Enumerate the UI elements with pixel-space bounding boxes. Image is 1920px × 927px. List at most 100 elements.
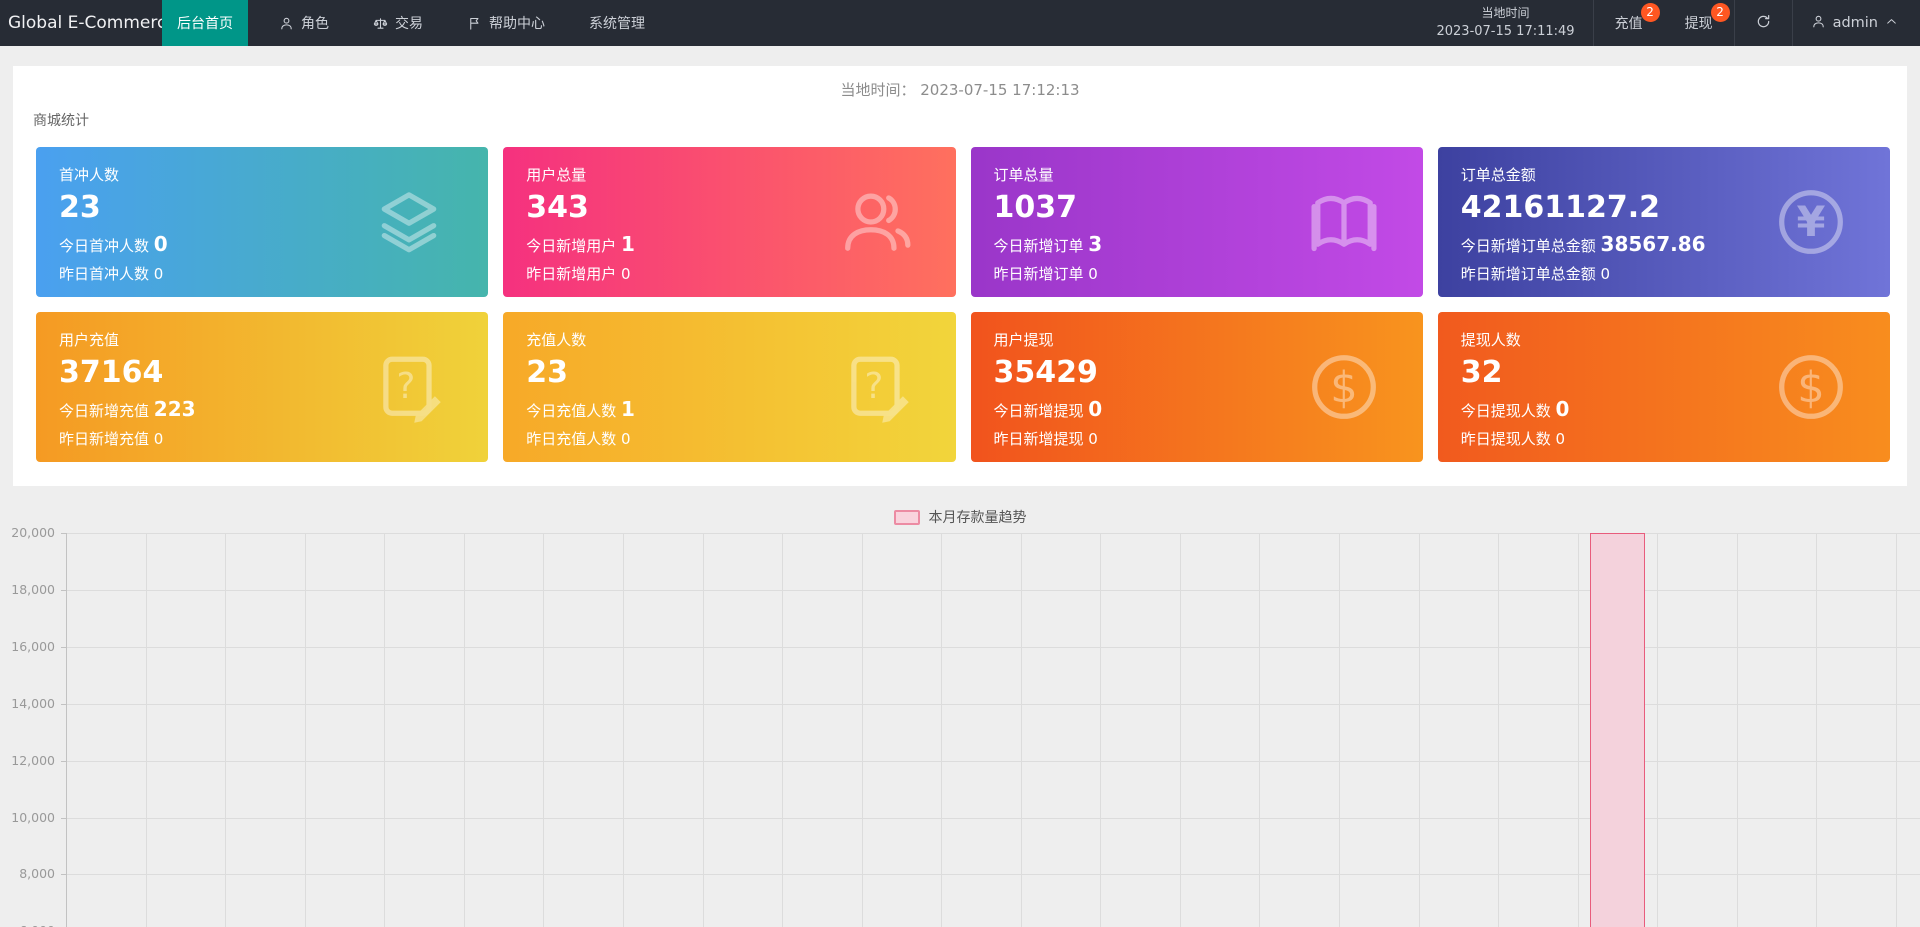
gridline-v xyxy=(1180,533,1181,927)
nav-item-label: 交易 xyxy=(395,16,423,32)
stat-card: 用户总量 343 今日新增用户 1 昨日新增用户 0 xyxy=(503,147,956,297)
y-axis-label: 20,000 xyxy=(11,525,55,540)
refresh-button[interactable] xyxy=(1735,0,1792,46)
card-yesterday-label: 昨日新增充值 xyxy=(59,430,150,448)
card-title: 提现人数 xyxy=(1460,331,1521,349)
card-yesterday-value: 0 xyxy=(1088,265,1098,283)
nav-item-label: 系统管理 xyxy=(589,16,645,32)
svg-text:?: ? xyxy=(864,366,883,407)
svg-text:?: ? xyxy=(397,366,416,407)
y-axis-label: 10,000 xyxy=(11,810,55,825)
local-time-label: 当地时间 xyxy=(1481,6,1530,21)
stat-cards-grid: 首冲人数 23 今日首冲人数 0 昨日首冲人数 0 用户总量 343 今日新增用户 1 昨日新… xyxy=(36,147,1890,462)
card-yesterday-value: 0 xyxy=(153,430,164,448)
card-today-value: 0 xyxy=(1555,397,1570,421)
card-today-value: 1 xyxy=(621,232,635,256)
card-title: 充值人数 xyxy=(526,331,587,349)
svg-text:¥: ¥ xyxy=(1797,197,1826,246)
nav-item-后台首页[interactable]: 后台首页 xyxy=(162,0,248,46)
card-title: 用户总量 xyxy=(526,166,587,184)
gridline-v xyxy=(1259,533,1260,927)
card-yesterday-label: 昨日新增订单 xyxy=(993,265,1084,283)
layers-icon xyxy=(372,185,446,259)
y-axis-label: 12,000 xyxy=(11,753,55,768)
section-title: 商城统计 xyxy=(33,113,89,129)
nav-item-角色[interactable]: 角色 xyxy=(264,0,344,46)
dollar-circle-icon: $ xyxy=(1307,350,1381,424)
card-today-label: 今日首冲人数 xyxy=(59,237,150,255)
card-today-label: 今日充值人数 xyxy=(526,402,617,420)
user-menu[interactable]: admin xyxy=(1793,0,1920,46)
card-yesterday-value: 0 xyxy=(621,430,631,448)
card-yesterday-line: 昨日新增用户 0 xyxy=(526,263,955,284)
stat-card: 订单总金额 42161127.2 今日新增订单总金额 38567.86 昨日新增订单总… xyxy=(1437,147,1890,297)
svg-text:$: $ xyxy=(1797,363,1824,413)
gridline-v xyxy=(1816,533,1817,927)
gridline-v xyxy=(862,533,863,927)
gridline-v xyxy=(464,533,465,927)
gridline-v xyxy=(225,533,226,927)
card-yesterday-label: 昨日提现人数 xyxy=(1460,430,1551,448)
gridline-v xyxy=(1100,533,1101,927)
card-today-label: 今日新增订单总金额 xyxy=(1460,237,1596,255)
card-yesterday-label: 昨日充值人数 xyxy=(526,430,617,448)
y-axis-label: 16,000 xyxy=(11,639,55,654)
app-logo: Global E-Commerce... xyxy=(8,13,162,33)
flag-icon xyxy=(467,16,482,31)
chevron-up-icon xyxy=(1885,16,1898,32)
deposit-trend-chart: 20,000 18,000 16,000 14,000 12,000 10,000 8,00… xyxy=(0,525,1920,927)
card-today-label: 今日新增用户 xyxy=(526,237,617,255)
card-yesterday-value: 0 xyxy=(1600,265,1611,283)
yen-circle-icon: ¥ xyxy=(1774,185,1848,259)
card-today-label: 今日新增订单 xyxy=(993,237,1084,255)
card-today-label: 今日提现人数 xyxy=(1460,402,1551,420)
withdraw-badge: 2 xyxy=(1710,3,1730,22)
book-icon xyxy=(1307,185,1381,259)
svg-text:$: $ xyxy=(1330,363,1357,413)
gridline-v xyxy=(782,533,783,927)
nav-item-帮助中心[interactable]: 帮助中心 xyxy=(452,0,560,46)
refresh-icon xyxy=(1755,13,1772,34)
card-yesterday-label: 昨日新增订单总金额 xyxy=(1460,265,1596,283)
card-yesterday-value: 0 xyxy=(1088,430,1098,448)
nav-item-系统管理[interactable]: 系统管理 xyxy=(574,0,660,46)
legend-swatch-icon xyxy=(893,509,920,525)
recharge-button[interactable]: 充值 2 xyxy=(1594,0,1664,46)
gridline-v xyxy=(623,533,624,927)
card-today-label: 今日新增充值 xyxy=(59,402,150,420)
nav-item-交易[interactable]: 交易 xyxy=(358,0,438,46)
nav-item-label: 帮助中心 xyxy=(489,16,545,32)
stat-card: 用户充值 37164 今日新增充值 223 昨日新增充值 0? xyxy=(36,312,489,462)
card-today-value: 0 xyxy=(153,232,168,256)
gridline-v xyxy=(1737,533,1738,927)
stats-panel: 当地时间： 2023-07-15 17:12:13 商城统计 首冲人数 23 今日首… xyxy=(13,66,1907,486)
dollar-circle-icon: $ xyxy=(1774,350,1848,424)
card-yesterday-value: 0 xyxy=(1555,430,1566,448)
gridline-v xyxy=(1021,533,1022,927)
gridline-v xyxy=(384,533,385,927)
gridline-v xyxy=(305,533,306,927)
local-time-value: 2023-07-15 17:11:49 xyxy=(1436,24,1575,40)
local-time-block: 当地时间 2023-07-15 17:11:49 xyxy=(1418,4,1592,42)
chart-legend[interactable]: 本月存款量趋势 xyxy=(0,506,1920,528)
gridline-v xyxy=(703,533,704,927)
stat-card: 订单总量 1037 今日新增订单 3 昨日新增订单 0 xyxy=(970,147,1423,297)
card-title: 订单总量 xyxy=(993,166,1054,184)
gridline-v xyxy=(1896,533,1897,927)
card-today-value: 0 xyxy=(1088,397,1103,421)
card-yesterday-line: 昨日新增订单 0 xyxy=(994,263,1423,284)
y-axis-label: 8,000 xyxy=(19,866,55,881)
card-title: 订单总金额 xyxy=(1460,166,1536,184)
card-yesterday-value: 0 xyxy=(621,265,631,283)
legend-label: 本月存款量趋势 xyxy=(928,510,1027,526)
stat-card: 充值人数 23 今日充值人数 1 昨日充值人数 0? xyxy=(503,312,956,462)
user-name: admin xyxy=(1832,15,1878,31)
card-title: 用户提现 xyxy=(993,331,1054,349)
y-axis-label: 18,000 xyxy=(11,582,55,597)
card-today-value: 3 xyxy=(1088,232,1103,256)
card-today-label: 今日新增提现 xyxy=(993,402,1084,420)
withdraw-button[interactable]: 提现 2 xyxy=(1664,0,1734,46)
stat-card: 用户提现 35429 今日新增提现 0 昨日新增提现 0 $ xyxy=(970,312,1423,462)
doc-question-icon: ? xyxy=(372,350,446,424)
scales-icon xyxy=(373,16,388,31)
